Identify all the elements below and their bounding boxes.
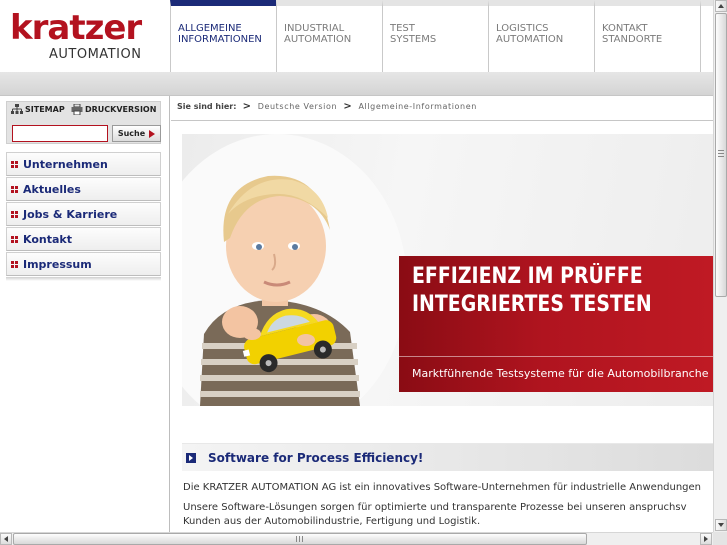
site-header: kratzer AUTOMATION ALLGEMEINE INFORMATIO… [0, 0, 713, 72]
bullet-icon [11, 210, 18, 218]
breadcrumb-label: Sie sind hier: [177, 102, 237, 111]
vertical-scroll-thumb[interactable] [715, 13, 727, 297]
left-sidebar: SITEMAP DRUCKVERSION Suche Unternehmen A… [0, 96, 170, 532]
leftnav-item-aktuelles[interactable]: Aktuelles [6, 177, 161, 201]
search-panel: SITEMAP DRUCKVERSION Suche [6, 101, 161, 144]
horizontal-scroll-thumb[interactable] [13, 533, 587, 545]
hero-banner-image: EFFIZIENZ IM PRÜFFE INTEGRIERTES TESTEN … [182, 134, 713, 406]
hero-headline-2: INTEGRIERTES TESTEN [412, 292, 652, 317]
breadcrumb-separator-icon: > [242, 101, 252, 112]
search-button[interactable]: Suche [112, 125, 161, 142]
print-version-label: DRUCKVERSION [85, 105, 157, 114]
leftnav-item-label: Unternehmen [23, 157, 108, 171]
sitemap-label: SITEMAP [25, 105, 65, 114]
sitemap-icon [11, 104, 23, 114]
bullet-icon [11, 160, 18, 168]
breadcrumb-item-allgemeine-informationen: Allgemeine-Informationen [358, 102, 477, 111]
logo-wordmark: kratzer [10, 8, 142, 48]
leftnav-item-label: Jobs & Karriere [23, 207, 118, 221]
leftnav-shadow [6, 277, 161, 281]
leftnav-item-label: Aktuelles [23, 182, 81, 196]
print-version-link[interactable]: DRUCKVERSION [71, 104, 156, 115]
arrow-right-icon [149, 129, 156, 138]
grip-icon [296, 536, 303, 542]
topnav-item-logistics-automation[interactable]: LOGISTICS AUTOMATION [488, 0, 594, 72]
breadcrumb-divider [171, 120, 713, 121]
topnav-item-kontakt-standorte[interactable]: KONTAKT STANDORTE [594, 0, 700, 72]
scroll-left-icon[interactable] [0, 533, 12, 545]
bullet-icon [11, 235, 18, 243]
solutions-paragraph-line-2: Kunden aus der Automobilindustrie, Ferti… [183, 516, 481, 527]
breadcrumb: Sie sind hier: > Deutsche Version > Allg… [177, 101, 477, 112]
leftnav-item-label: Impressum [23, 257, 92, 271]
vertical-scrollbar[interactable] [713, 0, 727, 532]
section-header: Software for Process Efficiency! [182, 443, 713, 471]
topnav-item-test-systems[interactable]: TEST SYSTEMS [382, 0, 488, 72]
top-navigation: ALLGEMEINE INFORMATIONEN INDUSTRIAL AUTO… [170, 0, 700, 72]
intro-paragraph: Die KRATZER AUTOMATION AG ist ein innova… [183, 482, 702, 493]
scrollbar-corner [713, 532, 727, 545]
hero-headline-1: EFFIZIENZ IM PRÜFFE [412, 264, 643, 289]
leftnav-item-jobs-karriere[interactable]: Jobs & Karriere [6, 202, 161, 226]
header-band [0, 72, 713, 96]
scroll-up-icon[interactable] [715, 0, 727, 12]
company-logo[interactable]: kratzer AUTOMATION [0, 0, 170, 72]
arrow-right-icon [186, 452, 196, 463]
topnav-item-allgemeine-informationen[interactable]: ALLGEMEINE INFORMATIONEN [170, 0, 276, 72]
logo-subtitle: AUTOMATION [49, 47, 142, 62]
leftnav-item-impressum[interactable]: Impressum [6, 252, 161, 276]
grip-icon [718, 150, 724, 157]
section-title: Software for Process Efficiency! [208, 450, 424, 465]
hero-divider [399, 356, 713, 357]
left-navigation: Unternehmen Aktuelles Jobs & Karriere Ko… [6, 152, 161, 281]
topnav-end-cap [700, 0, 713, 72]
search-button-label: Suche [117, 129, 146, 138]
sitemap-link[interactable]: SITEMAP [11, 104, 65, 115]
scroll-right-icon[interactable] [700, 533, 712, 545]
topnav-item-industrial-automation[interactable]: INDUSTRIAL AUTOMATION [276, 0, 382, 72]
hero-subline: Marktführende Testsysteme für die Automo… [412, 367, 709, 380]
leftnav-item-label: Kontakt [23, 232, 72, 246]
hero-red-banner: EFFIZIENZ IM PRÜFFE INTEGRIERTES TESTEN … [399, 256, 713, 392]
printer-icon [71, 104, 83, 115]
breadcrumb-item-deutsche-version[interactable]: Deutsche Version [258, 102, 337, 111]
leftnav-item-unternehmen[interactable]: Unternehmen [6, 152, 161, 176]
search-input[interactable] [12, 125, 108, 142]
breadcrumb-separator-icon: > [343, 101, 353, 112]
horizontal-scrollbar[interactable] [0, 532, 713, 545]
bullet-icon [11, 185, 18, 193]
leftnav-item-kontakt[interactable]: Kontakt [6, 227, 161, 251]
solutions-paragraph-line-1: Unsere Software-Lösungen sorgen für opti… [183, 502, 687, 513]
bullet-icon [11, 260, 18, 268]
main-content: Sie sind hier: > Deutsche Version > Allg… [171, 96, 713, 532]
scroll-down-icon[interactable] [715, 519, 727, 531]
